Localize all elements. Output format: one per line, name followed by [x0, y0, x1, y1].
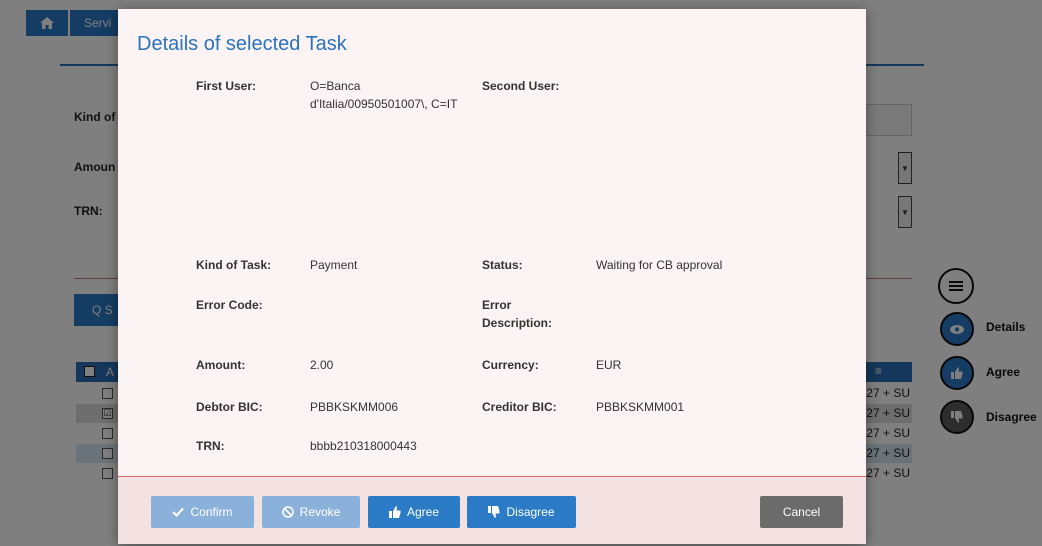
agree-button-label: Agree [406, 505, 440, 519]
status-label: Status: [482, 258, 523, 272]
ban-icon [281, 506, 294, 518]
second-user-label: Second User: [482, 79, 560, 93]
thumbs-up-icon [388, 506, 401, 518]
checkmark-icon [172, 507, 185, 517]
error-description-label: Error Description: [482, 298, 553, 330]
amount-label: Amount: [196, 358, 246, 372]
debtor-bic-value: PBBKSKMM006 [310, 400, 399, 414]
confirm-button-label: Confirm [190, 505, 233, 519]
agree-button[interactable]: Agree [368, 496, 460, 528]
trn-value: bbbb210318000443 [310, 439, 417, 453]
currency-value: EUR [596, 358, 622, 372]
creditor-bic-label: Creditor BIC: [482, 400, 557, 414]
thumbs-down-icon [488, 506, 500, 518]
creditor-bic-value: PBBKSKMM001 [596, 400, 685, 414]
first-user-value: O=Banca d'Italia/00950501007\, C=IT [310, 79, 458, 111]
trn-label: TRN: [196, 439, 225, 453]
task-details-modal: Details of selected Task First User: O=B… [118, 9, 866, 544]
kind-of-task-label: Kind of Task: [196, 258, 272, 272]
modal-title: Details of selected Task [137, 33, 347, 55]
status-value: Waiting for CB approval [596, 258, 723, 272]
disagree-button[interactable]: Disagree [467, 496, 576, 528]
currency-label: Currency: [482, 358, 539, 372]
kind-of-task-value: Payment [310, 258, 358, 272]
revoke-button-label: Revoke [299, 505, 341, 519]
revoke-button[interactable]: Revoke [262, 496, 360, 528]
cancel-button[interactable]: Cancel [760, 496, 843, 528]
confirm-button[interactable]: Confirm [151, 496, 254, 528]
amount-value: 2.00 [310, 358, 334, 372]
modal-footer: Confirm Revoke Agree Disagree Cancel [118, 476, 866, 544]
debtor-bic-label: Debtor BIC: [196, 400, 263, 414]
first-user-label: First User: [196, 79, 257, 93]
disagree-button-label: Disagree [506, 505, 555, 519]
error-code-label: Error Code: [196, 298, 263, 312]
